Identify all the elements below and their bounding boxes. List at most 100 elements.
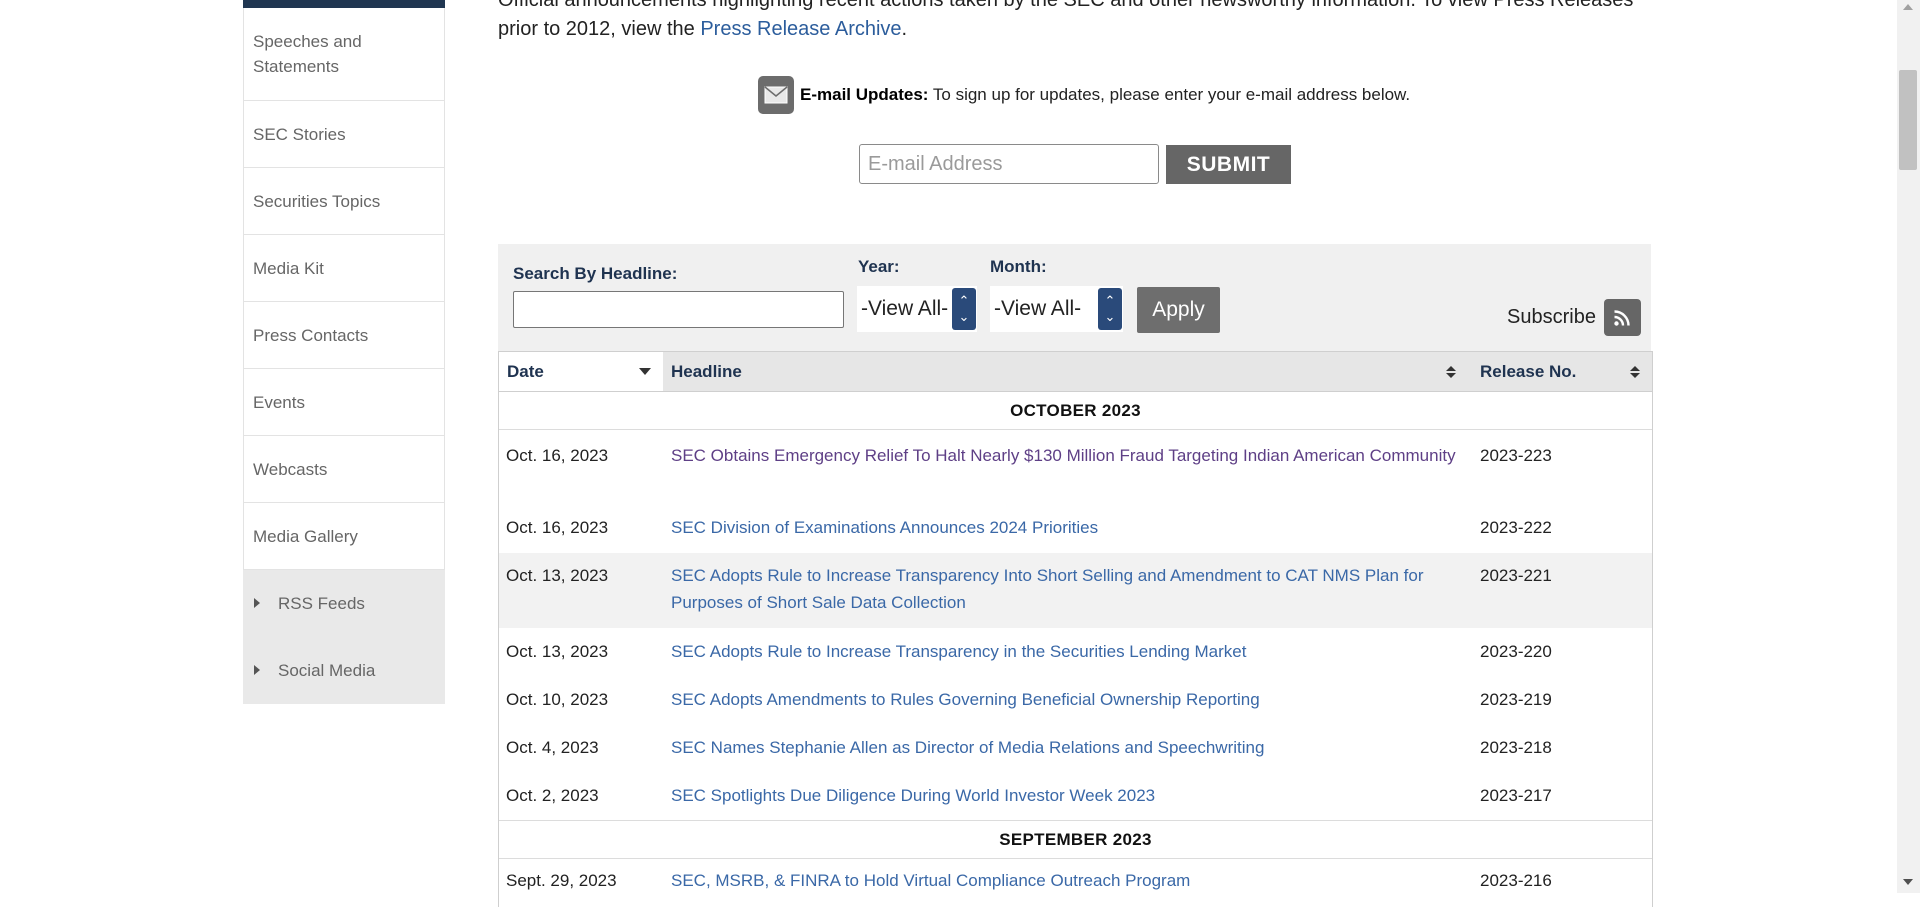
sidebar-item-label: RSS Feeds bbox=[278, 593, 365, 613]
row-headline-link[interactable]: SEC Division of Examinations Announces 2… bbox=[671, 514, 1461, 541]
select-spinner-icon: ⌃ ⌄ bbox=[952, 288, 976, 330]
caret-right-icon bbox=[254, 598, 260, 608]
email-updates-label: E-mail Updates: bbox=[800, 85, 929, 104]
sort-icon bbox=[1630, 365, 1640, 378]
select-spinner-icon: ⌃ ⌄ bbox=[1098, 288, 1122, 330]
sidebar-item-speeches[interactable]: Speeches and Statements bbox=[243, 8, 445, 101]
sidebar-item-label: Webcasts bbox=[253, 459, 328, 479]
headline-search-input[interactable] bbox=[513, 291, 844, 328]
envelope-icon bbox=[758, 76, 794, 114]
table-row: Oct. 13, 2023 SEC Adopts Rule to Increas… bbox=[499, 553, 1652, 628]
release-column-header[interactable]: Release No. bbox=[1480, 352, 1646, 391]
intro-prefix: prior to 2012, view the bbox=[498, 18, 701, 40]
date-header-label: Date bbox=[507, 361, 544, 381]
sidebar-item-label: Social Media bbox=[278, 660, 376, 680]
table-row: Sept. 29, 2023 SEC, MSRB, & FINRA to Hol… bbox=[499, 859, 1652, 907]
row-headline-link[interactable]: SEC Adopts Rule to Increase Transparency… bbox=[671, 562, 1461, 616]
sidebar-item-securities-topics[interactable]: Securities Topics bbox=[243, 168, 445, 235]
scroll-up-icon[interactable] bbox=[1903, 4, 1913, 10]
sort-icon bbox=[1446, 365, 1456, 378]
month-select[interactable]: -View All- ⌃ ⌄ bbox=[990, 286, 1123, 332]
sidebar-item-label: Media Gallery bbox=[253, 526, 358, 546]
row-headline-link[interactable]: SEC Spotlights Due Diligence During Worl… bbox=[671, 782, 1461, 809]
sidebar-item-label: SEC Stories bbox=[253, 124, 346, 144]
row-release-no: 2023-220 bbox=[1480, 642, 1552, 661]
table-row: Oct. 10, 2023 SEC Adopts Amendments to R… bbox=[499, 676, 1652, 724]
row-release-no: 2023-219 bbox=[1480, 690, 1552, 709]
table-row: Oct. 16, 2023 SEC Division of Examinatio… bbox=[499, 505, 1652, 553]
sidebar-item-social-media[interactable]: Social Media bbox=[243, 637, 445, 704]
month-group-header: SEPTEMBER 2023 bbox=[499, 821, 1652, 859]
table-header: Date Headline Release No. bbox=[499, 351, 1652, 392]
email-updates-description: To sign up for updates, please enter you… bbox=[928, 85, 1411, 104]
sidebar-item-press-contacts[interactable]: Press Contacts bbox=[243, 302, 445, 369]
row-release-no: 2023-217 bbox=[1480, 786, 1552, 805]
submit-button[interactable]: SUBMIT bbox=[1166, 145, 1291, 184]
sidebar-item-events[interactable]: Events bbox=[243, 369, 445, 436]
row-date: Sept. 29, 2023 bbox=[506, 871, 617, 890]
row-date: Oct. 13, 2023 bbox=[506, 566, 609, 585]
table-row: Oct. 13, 2023 SEC Adopts Rule to Increas… bbox=[499, 628, 1652, 676]
row-headline-link[interactable]: SEC Obtains Emergency Relief To Halt Nea… bbox=[671, 442, 1461, 469]
month-group-header: OCTOBER 2023 bbox=[499, 392, 1652, 430]
subscribe-link[interactable]: Subscribe bbox=[1507, 299, 1641, 336]
email-updates-text: E-mail Updates: To sign up for updates, … bbox=[800, 85, 1410, 105]
release-header-label: Release No. bbox=[1480, 361, 1577, 381]
sidebar-item-rss-feeds[interactable]: RSS Feeds bbox=[243, 570, 445, 637]
row-headline-link[interactable]: SEC Adopts Rule to Increase Transparency… bbox=[671, 638, 1461, 665]
intro-line-1: Official announcements highlighting rece… bbox=[498, 0, 1634, 11]
row-release-no: 2023-223 bbox=[1480, 446, 1552, 465]
headline-header-label: Headline bbox=[671, 361, 742, 381]
sidebar-active-bar bbox=[243, 0, 445, 8]
row-release-no: 2023-216 bbox=[1480, 871, 1552, 890]
row-date: Oct. 13, 2023 bbox=[506, 642, 609, 661]
row-date: Oct. 4, 2023 bbox=[506, 738, 599, 757]
intro-text: Official announcements highlighting rece… bbox=[498, 0, 1648, 44]
month-select-value: -View All- bbox=[994, 297, 1082, 320]
press-release-archive-link[interactable]: Press Release Archive bbox=[700, 18, 901, 40]
year-label: Year: bbox=[858, 257, 900, 276]
table-row: Oct. 16, 2023 SEC Obtains Emergency Reli… bbox=[499, 430, 1652, 505]
row-release-no: 2023-222 bbox=[1480, 518, 1552, 537]
intro-line-2: prior to 2012, view the Press Release Ar… bbox=[498, 15, 1648, 44]
row-headline-link[interactable]: SEC, MSRB, & FINRA to Hold Virtual Compl… bbox=[671, 867, 1461, 894]
sidebar-item-media-gallery[interactable]: Media Gallery bbox=[243, 503, 445, 570]
row-date: Oct. 16, 2023 bbox=[506, 518, 609, 537]
sidebar-nav: Speeches and Statements SEC Stories Secu… bbox=[243, 0, 445, 704]
month-label: Month: bbox=[990, 257, 1047, 276]
row-release-no: 2023-221 bbox=[1480, 566, 1552, 585]
scroll-down-icon[interactable] bbox=[1903, 879, 1913, 885]
row-headline-link[interactable]: SEC Adopts Amendments to Rules Governing… bbox=[671, 686, 1461, 713]
caret-right-icon bbox=[254, 665, 260, 675]
press-releases-table: Date Headline Release No. OCTOBER 2023 O… bbox=[498, 351, 1653, 907]
sidebar-item-label: Securities Topics bbox=[253, 191, 381, 211]
sidebar-item-label: Press Contacts bbox=[253, 325, 369, 345]
sidebar-item-label: Media Kit bbox=[253, 258, 324, 278]
year-select-value: -View All- bbox=[861, 297, 949, 320]
filter-panel: Search By Headline: Year: -View All- ⌃ ⌄ … bbox=[498, 244, 1651, 351]
intro-suffix: . bbox=[901, 18, 908, 40]
table-row: Oct. 4, 2023 SEC Names Stephanie Allen a… bbox=[499, 724, 1652, 772]
date-column-header[interactable]: Date bbox=[499, 352, 663, 391]
apply-button[interactable]: Apply bbox=[1137, 287, 1220, 333]
headline-column-header[interactable]: Headline bbox=[671, 352, 1458, 391]
email-field[interactable] bbox=[859, 144, 1159, 184]
scrollbar-thumb[interactable] bbox=[1899, 70, 1917, 170]
row-headline-link[interactable]: SEC Names Stephanie Allen as Director of… bbox=[671, 734, 1461, 761]
sort-descending-icon bbox=[639, 368, 651, 375]
sidebar-item-label: Speeches and Statements bbox=[253, 32, 362, 76]
search-headline-label: Search By Headline: bbox=[513, 264, 678, 283]
rss-icon[interactable] bbox=[1603, 299, 1641, 336]
row-date: Oct. 16, 2023 bbox=[506, 446, 609, 465]
row-date: Oct. 10, 2023 bbox=[506, 690, 609, 709]
sidebar-item-label: Events bbox=[253, 392, 305, 412]
subscribe-label: Subscribe bbox=[1507, 306, 1596, 328]
row-release-no: 2023-218 bbox=[1480, 738, 1552, 757]
sidebar-item-media-kit[interactable]: Media Kit bbox=[243, 235, 445, 302]
email-updates: E-mail Updates: To sign up for updates, … bbox=[758, 76, 1410, 114]
sidebar-item-webcasts[interactable]: Webcasts bbox=[243, 436, 445, 503]
row-date: Oct. 2, 2023 bbox=[506, 786, 599, 805]
year-select[interactable]: -View All- ⌃ ⌄ bbox=[857, 286, 977, 332]
sidebar-item-sec-stories[interactable]: SEC Stories bbox=[243, 101, 445, 168]
table-row: Oct. 2, 2023 SEC Spotlights Due Diligenc… bbox=[499, 772, 1652, 821]
